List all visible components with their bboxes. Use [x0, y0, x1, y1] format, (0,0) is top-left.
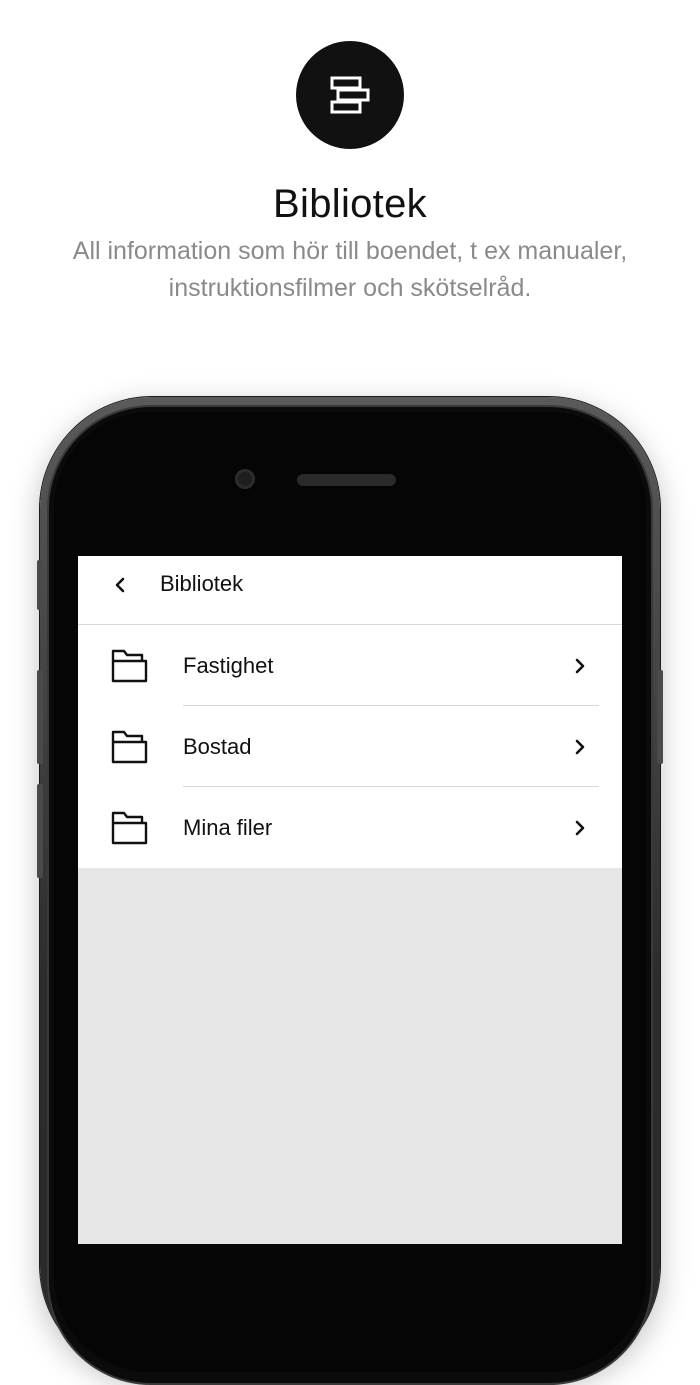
back-button[interactable] — [108, 573, 132, 597]
chevron-right-icon — [571, 736, 589, 758]
phone-screen: Bibliotek Fastighet Bostad Mina filer — [78, 556, 622, 1244]
hero-title: Bibliotek — [273, 182, 427, 226]
library-list: Fastighet Bostad Mina filer — [78, 625, 622, 868]
chevron-right-icon — [571, 817, 589, 839]
hero-subtitle: All information som hör till boendet, t … — [72, 237, 628, 302]
list-item-mina-filer[interactable]: Mina filer — [78, 787, 622, 868]
folder-icon — [110, 647, 148, 685]
list-item-label: Bostad — [183, 734, 252, 759]
list-item-label: Mina filer — [183, 815, 273, 840]
list-item-bostad[interactable]: Bostad — [78, 706, 622, 787]
earpiece-speaker — [297, 474, 396, 486]
folder-icon — [110, 809, 148, 847]
folder-icon — [110, 728, 148, 766]
list-item-fastighet[interactable]: Fastighet — [78, 625, 622, 706]
phone-side-button — [37, 560, 43, 610]
phone-volume-down-button — [37, 784, 43, 878]
page-title: Bibliotek — [160, 571, 244, 596]
front-camera — [235, 469, 255, 489]
chevron-right-icon — [571, 655, 589, 677]
chevron-left-icon — [114, 576, 126, 594]
phone-volume-up-button — [37, 670, 43, 764]
navigation-bar: Bibliotek — [78, 556, 622, 625]
list-item-label: Fastighet — [183, 653, 274, 678]
phone-power-button — [657, 670, 663, 764]
library-books-icon — [296, 41, 404, 149]
